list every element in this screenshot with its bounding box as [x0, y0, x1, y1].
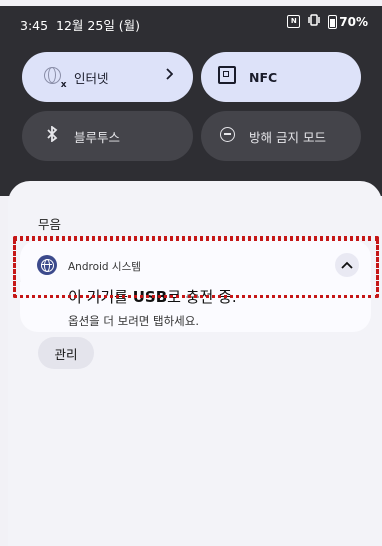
android-system-icon — [37, 255, 57, 275]
do-not-disturb-icon — [217, 126, 237, 146]
battery-icon: 70% — [328, 14, 368, 29]
vibrate-icon — [307, 14, 321, 29]
nfc-icon: N — [287, 15, 301, 28]
expand-notification-button[interactable] — [335, 253, 359, 277]
chevron-up-icon — [341, 261, 353, 269]
status-icons: N 70% — [287, 14, 368, 29]
tile-dnd-label: 방해 금지 모드 — [249, 129, 326, 145]
tile-do-not-disturb[interactable]: 방해 금지 모드 — [201, 111, 361, 161]
notification-subtitle: 옵션을 더 보려면 탭하세요. — [68, 314, 200, 328]
notification-app-name: Android 시스템 — [68, 261, 141, 273]
status-bar: 3:45 12월 25일 (월) N 70% — [0, 6, 382, 36]
nfc-icon — [217, 66, 237, 88]
section-silent-label: 무음 — [38, 217, 62, 232]
internet-icon — [42, 66, 67, 90]
chevron-right-icon — [165, 68, 174, 84]
battery-percent: 70% — [339, 14, 368, 29]
notification-title: 이 기기를 USB로 충전 중. — [68, 288, 237, 306]
tile-bluetooth-label: 블루투스 — [74, 129, 121, 145]
tile-internet-label: 인터넷 — [74, 70, 109, 86]
tile-nfc-label: NFC — [249, 69, 278, 85]
tile-bluetooth[interactable]: 블루투스 — [22, 111, 193, 161]
tile-nfc[interactable]: NFC — [201, 52, 361, 102]
manage-button[interactable]: 관리 — [38, 337, 94, 369]
tile-internet[interactable]: 인터넷 — [22, 52, 193, 102]
bluetooth-icon — [42, 125, 62, 146]
status-time-date: 3:45 12월 25일 (월) — [20, 18, 141, 33]
